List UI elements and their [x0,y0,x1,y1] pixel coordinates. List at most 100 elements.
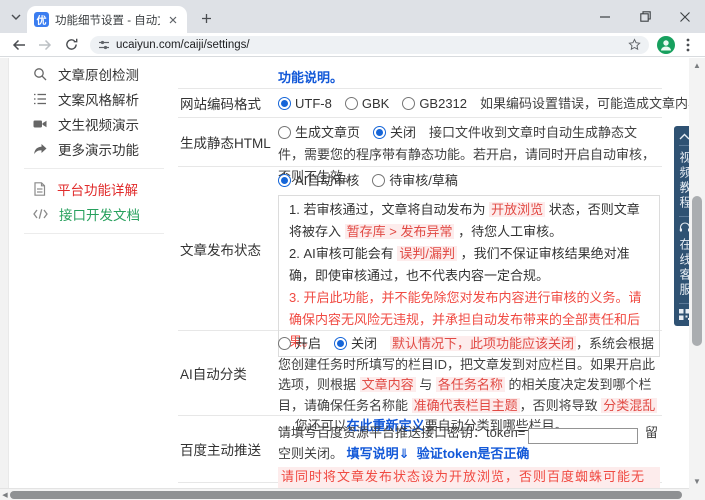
row-label: 百度主动推送 [180,443,261,458]
page-content: 文章原创检测 文案风格解析 文生视频演示 更多演示功能 平台功能详解 接口开发文… [0,58,705,500]
tab-close-icon[interactable] [166,13,180,27]
sidebar: 文章原创检测 文案风格解析 文生视频演示 更多演示功能 平台功能详解 接口开发文… [10,61,178,241]
window-controls [585,0,705,33]
sidebar-item-label: 更多演示功能 [58,142,139,158]
radio-generate-page-label[interactable]: 生成文章页 [295,125,360,140]
row-label: AI自动分类 [180,367,247,382]
notice-highlight: 误判/漏判 [397,246,457,261]
sidebar-item-label: 文章原创检测 [58,67,139,83]
radio-gbk-label[interactable]: GBK [362,93,389,114]
bookmark-star-icon[interactable] [628,38,641,51]
site-settings-icon[interactable] [98,39,110,51]
list-icon [33,92,47,106]
radio-utf8[interactable] [278,96,291,110]
settings-row-encoding: 网站编码格式 UTF-8GBKGB2312如果编码设置错误，可能造成文章内容 乱… [178,89,705,118]
page-left-margin [0,58,9,488]
horizontal-scroll-thumb[interactable] [10,491,682,499]
back-button[interactable] [8,35,30,55]
row-label [178,58,278,88]
row-label: 生成静态HTML [180,136,271,151]
window-minimize-button[interactable] [585,0,625,33]
notice-text: 1. 若审核通过，文章将自动发布为 [289,202,490,217]
address-bar[interactable]: ucaiyun.com/caiji/settings/ [90,35,649,54]
radio-classify-off[interactable] [334,337,348,350]
sidebar-item-style-analysis[interactable]: 文案风格解析 [10,86,178,111]
classify-text: ，否则将导致 [519,397,602,413]
plus-icon [201,13,212,24]
fill-instructions-link[interactable]: 填写说明⇓ [347,446,410,461]
radio-classify-off-label[interactable]: 关闭 [351,336,377,351]
sidebar-item-label: 文生视频演示 [58,117,139,133]
forward-arrow-icon [38,39,52,51]
tab-title: 功能细节设置 - 自动文章采集 [55,14,160,27]
site-favicon-icon: 优 [34,12,49,27]
document-icon [33,181,46,196]
vertical-scroll-thumb[interactable] [692,196,702,346]
feature-description-link[interactable]: 功能说明。 [278,70,343,85]
radio-gbk[interactable] [344,96,358,110]
browser-tab[interactable]: 优 功能细节设置 - 自动文章采集 [27,6,187,33]
sidebar-item-more-demos[interactable]: 更多演示功能 [10,136,178,161]
verify-token-link[interactable]: 验证token是否正确 [417,446,530,461]
classify-text: 与 [415,377,436,392]
sidebar-divider [24,168,164,169]
new-tab-button[interactable] [197,9,215,27]
video-camera-icon [33,117,47,131]
radio-classify-on-label[interactable]: 开启 [295,336,321,351]
encoding-note: 如果编码设置错误，可能造成文章内容 [480,95,702,111]
tab-search-button[interactable] [7,8,25,26]
radio-classify-on[interactable] [278,337,291,350]
notice-text: ，待您人工审核。 [454,224,563,239]
publish-radio-group: AI自动审核 待审核/草稿 [278,170,660,191]
radio-ai-review-label[interactable]: AI自动审核 [295,173,359,188]
search-icon [33,67,47,81]
browser-toolbar: ucaiyun.com/caiji/settings/ [0,33,705,57]
chevron-down-icon [11,14,21,20]
radio-draft-label[interactable]: 待审核/草稿 [389,173,458,188]
classify-highlight: 默认情况下，此项功能应该关闭 [390,336,577,351]
classify-highlight: 准确代表栏目主题 [411,397,520,413]
radio-gb2312[interactable] [402,96,416,110]
settings-row-intro: 功能说明。 [178,58,662,89]
vertical-scrollbar[interactable]: ▲ ▼ [689,58,705,488]
sidebar-item-api-docs[interactable]: 接口开发文档 [10,201,178,226]
window-restore-button[interactable] [625,0,665,33]
scroll-left-arrow[interactable]: ◀ [0,489,10,500]
scroll-up-arrow[interactable]: ▲ [689,58,705,72]
settings-row-publish-status: 文章发布状态 AI自动审核 待审核/草稿 1. 若审核通过，文章将自动发布为 开放… [178,167,662,357]
browser-menu-button[interactable] [679,36,697,54]
profile-avatar[interactable] [657,35,675,54]
back-arrow-icon [12,39,26,51]
horizontal-scrollbar[interactable]: ◀ ▶ [0,488,705,500]
browser-titlebar: 优 功能细节设置 - 自动文章采集 [0,0,705,33]
radio-generate-page[interactable] [278,126,291,139]
radio-draft[interactable] [372,174,386,187]
radio-ai-review[interactable] [278,174,291,187]
url-text[interactable]: ucaiyun.com/caiji/settings/ [116,39,622,51]
settings-row-ai-classify: AI自动分类 开启 关闭 默认情况下，此项功能应该关闭 ，系统会根据您创建任务时所填写… [178,331,662,433]
classify-highlight: 文章内容 [359,377,416,392]
settings-table: 功能说明。 网站编码格式 UTF-8 GBK GB2312 如果编码设置错误，可能造成… [178,58,705,500]
sidebar-item-label: 接口开发文档 [59,207,140,223]
sidebar-item-originality-check[interactable]: 文章原创检测 [10,61,178,86]
window-close-button[interactable] [665,0,705,33]
classify-highlight: 各任务名称 [435,377,505,392]
sidebar-item-platform-features[interactable]: 平台功能详解 [10,176,178,201]
refresh-button[interactable] [60,35,82,55]
radio-gb2312-label[interactable]: GB2312 [419,93,467,114]
radio-utf8-label[interactable]: UTF-8 [295,93,332,114]
row-label: 网站编码格式 [180,97,261,112]
token-input[interactable] [528,428,639,444]
radio-static-off[interactable] [373,126,387,139]
sidebar-item-label: 平台功能详解 [57,182,138,198]
settings-row-baidu-push: 百度主动推送 请填写百度资源平台推送接口密钥：token= 留空则关闭。 填写说… [178,416,662,500]
scroll-down-arrow[interactable]: ▼ [689,474,705,488]
baidu-note-text: 请填写百度资源平台推送接口密钥：token= [278,425,526,440]
forward-button[interactable] [34,35,56,55]
radio-static-off-label[interactable]: 关闭 [390,125,416,140]
row-label: 文章发布状态 [180,242,261,258]
close-icon [680,11,690,22]
code-icon [33,208,48,220]
sidebar-item-text-to-video[interactable]: 文生视频演示 [10,111,178,136]
refresh-icon [65,38,78,51]
